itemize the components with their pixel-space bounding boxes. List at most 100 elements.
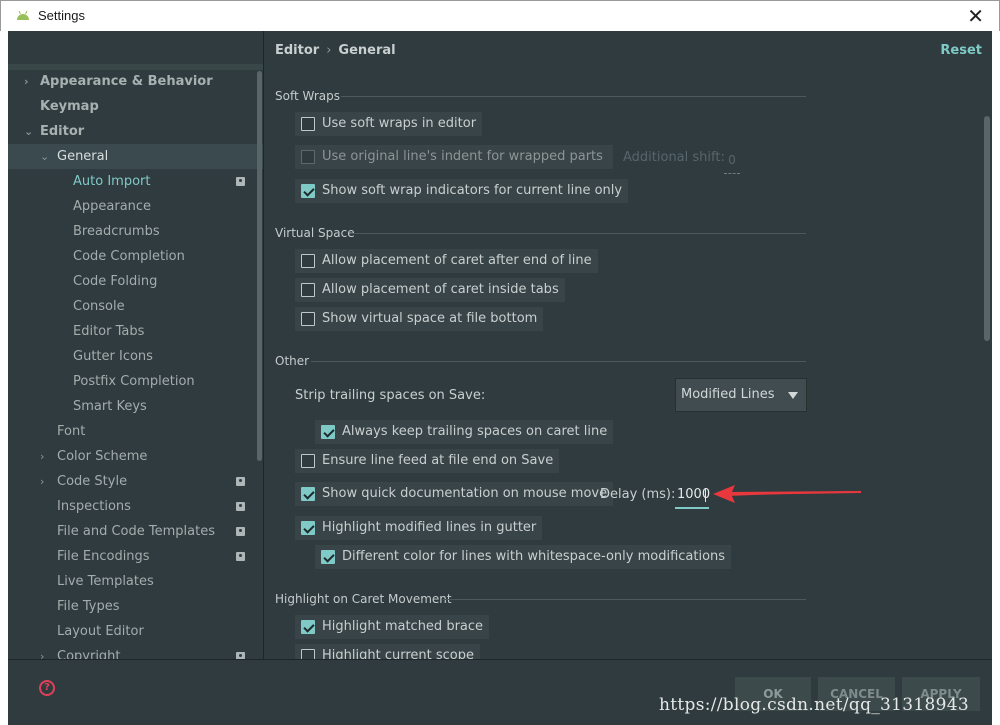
chevron-down-icon[interactable]: ⌄: [40, 144, 49, 169]
option-label: Highlight matched brace: [322, 619, 484, 634]
sidebar-item-label: Color Scheme: [57, 449, 148, 464]
sidebar-item-inspections[interactable]: Inspections: [8, 494, 263, 519]
sidebar-item-keymap[interactable]: Keymap: [8, 94, 263, 119]
sidebar-item-label: Copyright: [57, 649, 121, 659]
strip-trailing-label: Strip trailing spaces on Save:: [295, 388, 486, 403]
sidebar-item-gutter-icons[interactable]: Gutter Icons: [8, 344, 263, 369]
sidebar-item-file-encodings[interactable]: File Encodings: [8, 544, 263, 569]
show-soft-wrap-indicators-checkbox[interactable]: Show soft wrap indicators for current li…: [295, 179, 629, 203]
settings-tree: › Appearance & Behavior Keymap ⌄ Editor ⌄ Gene…: [8, 69, 263, 659]
sidebar-item-console[interactable]: Console: [8, 294, 263, 319]
annotation-arrow-icon: [713, 485, 862, 503]
highlight-modified-checkbox[interactable]: Highlight modified lines in gutter: [295, 516, 543, 540]
checkbox-box: [321, 425, 335, 439]
main-scrollbar[interactable]: [984, 116, 990, 341]
sidebar-item-appearance-behavior[interactable]: › Appearance & Behavior: [8, 69, 263, 94]
sidebar-item-color-scheme[interactable]: › Color Scheme: [8, 444, 263, 469]
section-divider: [443, 599, 806, 600]
chevron-right-icon[interactable]: ›: [40, 644, 44, 659]
sidebar-item-code-style[interactable]: › Code Style: [8, 469, 263, 494]
strip-trailing-value: Modified Lines: [681, 387, 775, 402]
option-label: Show soft wrap indicators for current li…: [322, 183, 623, 198]
sidebar-item-file-and-code-templates[interactable]: File and Code Templates: [8, 519, 263, 544]
use-soft-wraps-checkbox[interactable]: Use soft wraps in editor: [295, 112, 483, 136]
sidebar-scrollbar[interactable]: [257, 71, 262, 461]
watermark: https://blog.csdn.net/qq_31318943: [659, 695, 969, 715]
section-divider: [311, 361, 806, 362]
caret-after-end-checkbox[interactable]: Allow placement of caret after end of li…: [295, 249, 598, 273]
dropdown-caret-icon: [788, 392, 798, 399]
settings-main-panel: Editor › General Reset Soft Wraps Use soft…: [265, 31, 992, 659]
section-other: Other: [275, 354, 310, 368]
breadcrumb-editor: Editor: [275, 43, 320, 58]
highlight-brace-checkbox[interactable]: Highlight matched brace: [295, 615, 490, 639]
sidebar-item-label: File and Code Templates: [57, 524, 215, 539]
keep-trailing-spaces-checkbox[interactable]: Always keep trailing spaces on caret lin…: [315, 420, 614, 444]
sidebar-item-label: General: [57, 149, 109, 164]
additional-shift-field[interactable]: 0: [724, 147, 740, 174]
chevron-right-icon[interactable]: ›: [40, 469, 44, 494]
option-label: Highlight current scope: [322, 648, 474, 659]
chevron-right-icon[interactable]: ›: [24, 69, 29, 94]
sidebar-item-breadcrumbs[interactable]: Breadcrumbs: [8, 219, 263, 244]
additional-shift-label: Additional shift:: [623, 150, 725, 165]
option-label: Different color for lines with whitespac…: [342, 549, 726, 564]
sidebar-item-label: Keymap: [40, 99, 99, 114]
window-frame-right: [992, 31, 1000, 725]
checkbox-box: [301, 117, 315, 131]
project-scope-icon: [236, 502, 245, 511]
sidebar-item-font[interactable]: Font: [8, 419, 263, 444]
delay-input[interactable]: 1000: [675, 482, 710, 509]
sidebar-item-editor-tabs[interactable]: Editor Tabs: [8, 319, 263, 344]
sidebar-item-general[interactable]: ⌄ General: [8, 144, 263, 169]
sidebar-item-label: Inspections: [57, 499, 131, 514]
sidebar-item-smart-keys[interactable]: Smart Keys: [8, 394, 263, 419]
sidebar-item-label: Editor: [40, 124, 85, 139]
sidebar-item-label: Smart Keys: [73, 399, 147, 414]
sidebar-item-live-templates[interactable]: Live Templates: [8, 569, 263, 594]
sidebar-item-label: Code Style: [57, 474, 128, 489]
strip-trailing-select[interactable]: Modified Lines: [675, 378, 807, 412]
chevron-right-icon[interactable]: ›: [40, 444, 44, 469]
sidebar-item-label: Postfix Completion: [73, 374, 195, 389]
ensure-line-feed-checkbox[interactable]: Ensure line feed at file end on Save: [295, 449, 560, 473]
chevron-down-icon[interactable]: ⌄: [24, 119, 33, 144]
sidebar-item-layout-editor[interactable]: Layout Editor: [8, 619, 263, 644]
settings-sidebar: › Appearance & Behavior Keymap ⌄ Editor ⌄ Gene…: [8, 31, 264, 659]
sidebar-item-label: Appearance & Behavior: [40, 74, 213, 89]
sidebar-item-editor[interactable]: ⌄ Editor: [8, 119, 263, 144]
caret-inside-tabs-checkbox[interactable]: Allow placement of caret inside tabs: [295, 278, 565, 302]
section-divider: [341, 96, 806, 97]
highlight-scope-checkbox[interactable]: Highlight current scope: [295, 644, 480, 659]
option-label: Highlight modified lines in gutter: [322, 520, 537, 535]
sidebar-item-appearance[interactable]: Appearance: [8, 194, 263, 219]
option-label: Allow placement of caret after end of li…: [322, 253, 592, 268]
window-frame-left: [0, 31, 8, 725]
section-soft-wraps: Soft Wraps: [275, 89, 340, 103]
sidebar-item-code-folding[interactable]: Code Folding: [8, 269, 263, 294]
breadcrumb-separator-icon: ›: [326, 43, 332, 58]
sidebar-item-label: Console: [73, 299, 125, 314]
help-icon[interactable]: ?: [39, 680, 55, 696]
quick-doc-checkbox[interactable]: Show quick documentation on mouse move: [295, 482, 614, 506]
sidebar-item-postfix-completion[interactable]: Postfix Completion: [8, 369, 263, 394]
breadcrumb: Editor › General: [275, 43, 396, 58]
sidebar-item-file-types[interactable]: File Types: [8, 594, 263, 619]
sidebar-item-code-completion[interactable]: Code Completion: [8, 244, 263, 269]
sidebar-item-label: Appearance: [73, 199, 152, 214]
option-label: Show quick documentation on mouse move: [322, 486, 608, 501]
checkbox-box: [301, 312, 315, 326]
reset-link[interactable]: Reset: [940, 43, 982, 58]
sidebar-item-label: Code Folding: [73, 274, 158, 289]
sidebar-item-label: Gutter Icons: [73, 349, 153, 364]
use-original-indent-checkbox[interactable]: Use original line's indent for wrapped p…: [295, 145, 613, 169]
sidebar-item-label: Code Completion: [73, 249, 185, 264]
sidebar-item-label: Live Templates: [57, 574, 154, 589]
project-scope-icon: [236, 527, 245, 536]
window-title: Settings: [38, 8, 85, 23]
virtual-space-bottom-checkbox[interactable]: Show virtual space at file bottom: [295, 307, 544, 331]
different-color-checkbox[interactable]: Different color for lines with whitespac…: [315, 545, 732, 569]
sidebar-item-auto-import[interactable]: Auto Import: [8, 169, 263, 194]
sidebar-item-copyright[interactable]: › Copyright: [8, 644, 263, 659]
close-icon[interactable]: ✕: [967, 4, 984, 28]
